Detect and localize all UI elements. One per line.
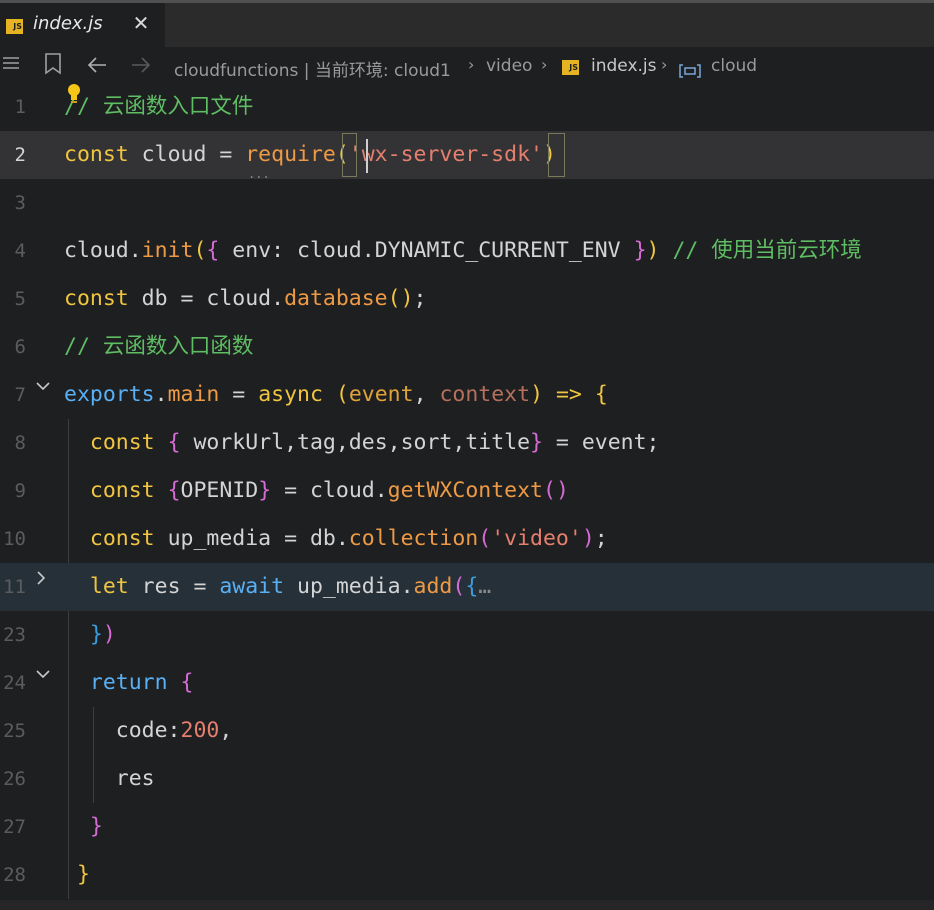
lightbulb-icon[interactable]: [67, 83, 81, 105]
code-text: cloud.init({ env: cloud.DYNAMIC_CURRENT_…: [64, 238, 862, 263]
bookmark-icon[interactable]: [44, 53, 62, 80]
chevron-down-icon[interactable]: [36, 667, 52, 683]
code-line: 25 code:200,: [0, 707, 934, 755]
tab-label: index.js: [33, 13, 103, 34]
code-line: 1 // 云函数入口文件: [0, 83, 934, 131]
menu-icon[interactable]: [2, 53, 20, 77]
code-line: 8 const { workUrl,tag,des,sort,title} = …: [0, 419, 934, 467]
code-text: res: [64, 766, 155, 791]
line-number: 1: [14, 96, 26, 118]
line-number: 4: [14, 240, 26, 262]
code-line: 10 const up_media = db.collection('video…: [0, 515, 934, 563]
code-text: }: [76, 862, 90, 887]
code-line: 27 }: [0, 803, 934, 851]
chevron-down-icon[interactable]: [36, 379, 52, 395]
chevron-right-icon: ›: [661, 55, 668, 74]
line-number: 11: [3, 576, 26, 598]
bracket-match-box: [548, 133, 565, 177]
line-number: 28: [3, 864, 26, 886]
code-text: exports.main = async (event, context) =>…: [64, 382, 608, 407]
line-number: 27: [3, 816, 26, 838]
line-number: 9: [14, 480, 26, 502]
code-text: const {OPENID} = cloud.getWXContext(): [89, 478, 569, 503]
back-arrow-icon[interactable]: [87, 55, 107, 79]
tab-index-js[interactable]: JS index.js ✕: [0, 3, 165, 47]
breadcrumb-file[interactable]: index.js: [591, 56, 657, 76]
forward-arrow-icon: [131, 55, 151, 79]
code-line: 6 // 云函数入口函数: [0, 323, 934, 371]
breadcrumb-path[interactable]: cloudfunctions | 当前环境: cloud1: [174, 56, 451, 81]
code-line: 5 const db = cloud.database();: [0, 275, 934, 323]
text-cursor: [366, 139, 368, 173]
line-number: 26: [3, 768, 26, 790]
code-line: 24 return {: [0, 659, 934, 707]
code-text: }: [89, 814, 103, 839]
code-line: 28 }: [0, 851, 934, 899]
line-number: 25: [3, 720, 26, 742]
line-number: 7: [14, 384, 26, 406]
code-text: const { workUrl,tag,des,sort,title} = ev…: [89, 430, 660, 455]
chevron-right-icon[interactable]: [36, 571, 52, 587]
code-line: 26 res: [0, 755, 934, 803]
code-text: return {: [89, 670, 194, 695]
code-text: code:200,: [64, 718, 233, 743]
code-text: const cloud = require('wx-server-sdk'): [64, 142, 556, 167]
close-icon[interactable]: ✕: [130, 9, 152, 37]
line-number: 2: [14, 144, 26, 166]
code-text: // 云函数入口函数: [64, 334, 254, 359]
code-line: 4 cloud.init({ env: cloud.DYNAMIC_CURREN…: [0, 227, 934, 275]
line-number: 24: [3, 672, 26, 694]
code-line-current: 2 const cloud = require('wx-server-sdk')…: [0, 131, 934, 181]
line-number: 23: [3, 624, 26, 646]
tab-bar: JS index.js ✕: [0, 0, 934, 47]
chevron-right-icon: ›: [541, 55, 548, 74]
breadcrumb-folder[interactable]: video: [486, 56, 532, 76]
code-line: 7 exports.main = async (event, context) …: [0, 371, 934, 419]
js-file-icon: JS: [562, 60, 579, 75]
breadcrumb-symbol[interactable]: cloud: [711, 56, 757, 76]
code-text: const db = cloud.database();: [64, 286, 427, 311]
code-text: let res = await up_media.add({…: [89, 574, 492, 599]
bracket-match-box: [342, 133, 357, 177]
code-text: // 云函数入口文件: [64, 94, 254, 119]
code-text: const up_media = db.collection('video');: [89, 526, 608, 551]
code-line: 3: [0, 179, 934, 227]
line-number: 10: [3, 528, 26, 550]
code-line: 9 const {OPENID} = cloud.getWXContext(): [0, 467, 934, 515]
line-number: 5: [14, 288, 26, 310]
line-number: 8: [14, 432, 26, 454]
breadcrumb: cloudfunctions | 当前环境: cloud1 › video › …: [0, 47, 934, 87]
bottom-edge: [0, 900, 934, 910]
code-editor[interactable]: 1 // 云函数入口文件 2 const cloud = require('wx…: [0, 83, 934, 910]
js-file-icon: JS: [6, 19, 23, 34]
symbol-variable-icon: [679, 59, 701, 83]
line-number: 3: [14, 192, 26, 214]
code-line: 23 }): [0, 611, 934, 659]
chevron-right-icon: ›: [468, 55, 475, 74]
code-line-folded: 11 let res = await up_media.add({…: [0, 563, 934, 611]
code-text: }): [89, 622, 116, 647]
line-number: 6: [14, 336, 26, 358]
